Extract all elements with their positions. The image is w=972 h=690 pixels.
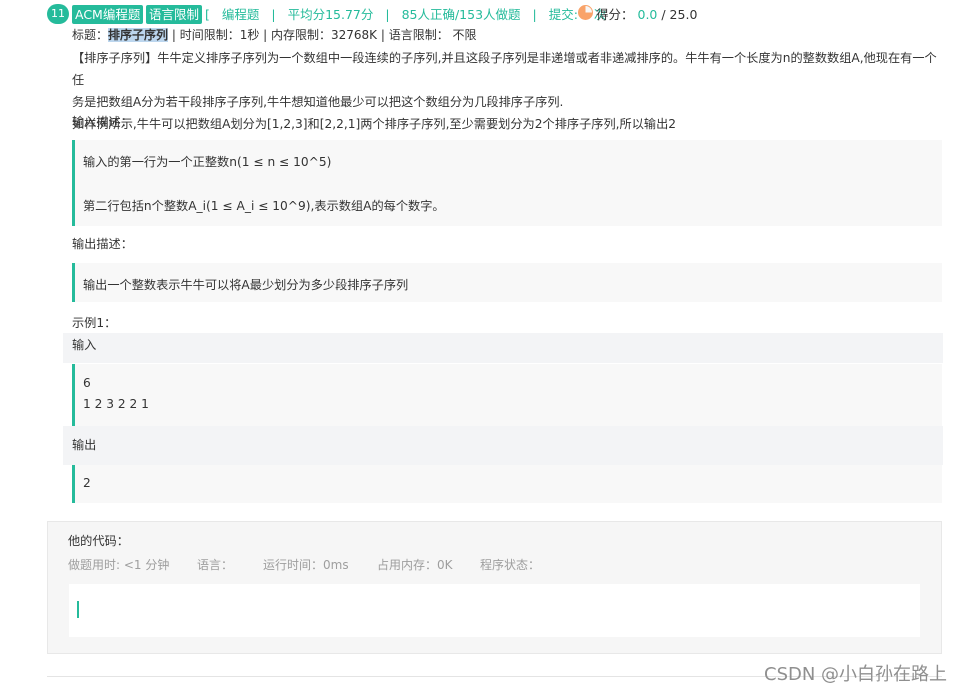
pie-chart-icon bbox=[578, 5, 593, 20]
score-value: 0.0 bbox=[637, 7, 658, 22]
input-description-block: 输入的第一行为一个正整数n(1 ≤ n ≤ 10^5) 第二行包括n个整数A_i… bbox=[72, 140, 942, 226]
example-input-line-2: 1 2 3 2 2 1 bbox=[83, 397, 149, 411]
question-number-badge: 11 bbox=[47, 4, 69, 24]
program-status: 程序状态： bbox=[480, 558, 541, 572]
meta-bracket: [ bbox=[205, 7, 210, 22]
problem-description: 【排序子序列】牛牛定义排序子序列为一个数组中一段连续的子序列,并且这段子序列是非… bbox=[72, 47, 946, 135]
example-label: 示例1： bbox=[72, 316, 117, 330]
input-line-2: 第二行包括n个整数A_i(1 ≤ A_i ≤ 10^9),表示数组A的每个数字。 bbox=[83, 199, 445, 213]
example-input-label: 输入 bbox=[72, 338, 97, 352]
csdn-watermark: CSDN @小白孙在路上 bbox=[764, 664, 948, 685]
example-output-block: 2 bbox=[72, 465, 942, 503]
description-line: 【排序子序列】牛牛定义排序子序列为一个数组中一段连续的子序列,并且这段子序列是非… bbox=[72, 51, 937, 87]
example-output-label: 输出 bbox=[72, 438, 97, 452]
example-output-header: 输出 bbox=[63, 426, 943, 465]
meta-separator: | bbox=[271, 7, 276, 22]
run-time: 运行时间：0ms bbox=[263, 558, 349, 572]
input-description-label: 输入描述： bbox=[72, 115, 133, 129]
language-limit-tag[interactable]: 语言限制 bbox=[146, 5, 203, 24]
score-label: 得分： bbox=[596, 7, 634, 22]
example-input-header: 输入 bbox=[63, 333, 943, 363]
correct-count: 85人正确/153人做题 bbox=[401, 7, 521, 22]
problem-title: 排序子序列 bbox=[108, 28, 169, 42]
description-line: 如样例所示,牛牛可以把数组A划分为[1,2,3]和[2,2,1]两个排序子序列,… bbox=[72, 117, 677, 131]
output-description-block: 输出一个整数表示牛牛可以将A最少划分为多少段排序子序列 bbox=[72, 263, 942, 302]
code-editor[interactable] bbox=[69, 584, 920, 637]
score-display: 得分： 0.0 / 25.0 bbox=[596, 5, 697, 24]
limits-text: | 时间限制：1秒 | 内存限制：32768K | 语言限制： 不限 bbox=[168, 28, 477, 42]
code-panel-meta: 做题用时: <1 分钟 语言： 运行时间：0ms 占用内存：0K 程序状态： bbox=[68, 557, 568, 574]
example-input-block: 6 1 2 3 2 2 1 bbox=[72, 364, 942, 426]
output-line-1: 输出一个整数表示牛牛可以将A最少划分为多少段排序子序列 bbox=[83, 278, 409, 292]
problem-title-line: 标题：排序子序列 | 时间限制：1秒 | 内存限制：32768K | 语言限制：… bbox=[72, 27, 477, 44]
example-output-value: 2 bbox=[83, 476, 91, 490]
title-prefix: 标题： bbox=[72, 28, 109, 42]
meta-separator: | bbox=[532, 7, 537, 22]
code-language: 语言： bbox=[197, 558, 234, 572]
code-panel-title: 他的代码： bbox=[68, 534, 129, 548]
description-line: 务是把数组A分为若干段排序子序列,牛牛想知道他最少可以把这个数组分为几段排序子序… bbox=[72, 95, 564, 109]
output-description-label: 输出描述： bbox=[72, 237, 133, 251]
question-meta: [ 编程题 | 平均分15.77分 | 85人正确/153人做题 | 提交: 0… bbox=[205, 5, 614, 24]
average-score: 平均分15.77分 bbox=[287, 7, 374, 22]
meta-separator: | bbox=[385, 7, 390, 22]
acm-tag[interactable]: ACM编程题 bbox=[72, 5, 144, 24]
memory-used: 占用内存：0K bbox=[377, 558, 453, 572]
question-type: 编程题 bbox=[221, 7, 260, 22]
example-input-line-1: 6 bbox=[83, 376, 91, 390]
text-cursor bbox=[77, 601, 79, 618]
time-used: 做题用时: <1 分钟 bbox=[68, 558, 170, 572]
input-line-1: 输入的第一行为一个正整数n(1 ≤ n ≤ 10^5) bbox=[83, 155, 332, 169]
score-total: / 25.0 bbox=[661, 7, 698, 22]
